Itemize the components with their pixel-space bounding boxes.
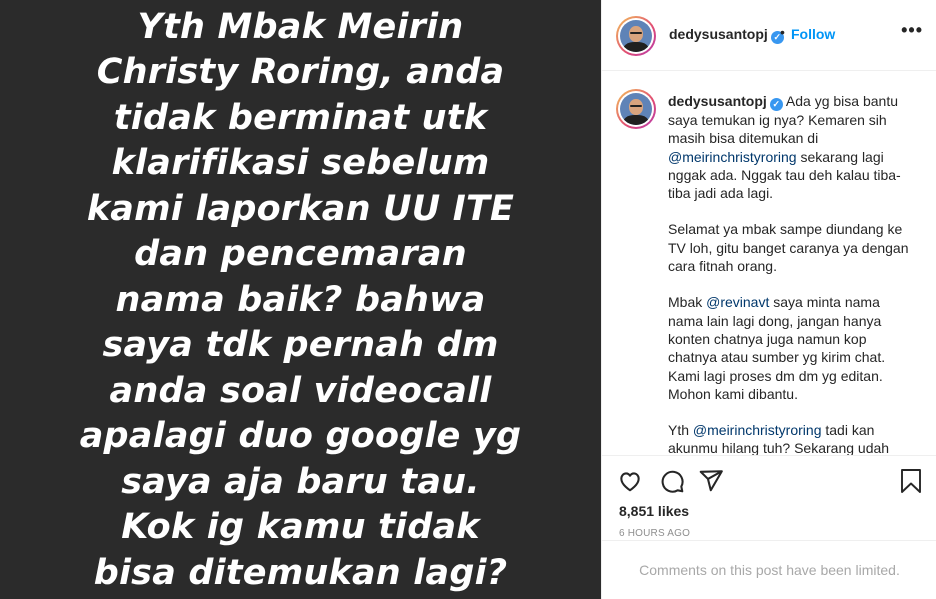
post-timestamp[interactable]: 6 HOURS AGO xyxy=(619,528,690,539)
share-icon[interactable] xyxy=(698,468,724,499)
caption-paragraph: Mbak @revinavt saya minta nama nama lain… xyxy=(668,293,918,403)
comments-limited-notice: Comments on this post have been limited. xyxy=(602,540,936,599)
comment-icon[interactable] xyxy=(659,468,685,499)
media-text-line: saya aja baru tau. xyxy=(121,461,480,502)
avatar[interactable] xyxy=(616,16,656,56)
caption-paragraph: dedysusantopj ✓ Ada yg bisa bantu saya te… xyxy=(668,92,918,202)
mention-link[interactable]: @meirinchristyroring xyxy=(668,149,797,165)
verified-icon: ✓ xyxy=(769,98,783,111)
media-text-line: kami laporkan UU ITE xyxy=(86,188,515,229)
media-text-line: Christy Roring, anda xyxy=(96,52,505,93)
bookmark-icon[interactable] xyxy=(899,468,923,499)
caption-text: dedysusantopj ✓ Ada yg bisa bantu saya te… xyxy=(668,92,918,455)
post-header: dedysusantopj ✓ • Follow ••• xyxy=(602,0,936,71)
username-text: dedysusantopj xyxy=(669,26,768,42)
media-text-line: apalagi duo google yg xyxy=(79,416,522,457)
caption-scroll-area[interactable]: dedysusantopj ✓ Ada yg bisa bantu saya te… xyxy=(602,72,936,455)
media-text-line: bisa ditemukan lagi? xyxy=(93,552,508,593)
separator-dot: • xyxy=(780,24,785,40)
media-text-line: klarifikasi sebelum xyxy=(111,143,490,184)
caption-text-segment: saya minta nama nama lain lagi dong, jan… xyxy=(668,294,886,402)
post-media[interactable]: Yth Mbak Meirin Christy Roring, anda tid… xyxy=(0,0,601,599)
more-options-icon[interactable]: ••• xyxy=(901,20,923,41)
post-actions: 8,851 likes 6 HOURS AGO xyxy=(602,455,936,540)
media-text-line: tidak berminat utk xyxy=(113,97,488,138)
media-text-line: nama baik? bahwa xyxy=(115,279,486,320)
media-text-line: Kok ig kamu tidak xyxy=(121,507,480,548)
media-text-line: dan pencemaran xyxy=(134,234,467,275)
caption-text-segment: Mbak xyxy=(668,294,707,311)
media-text-line: anda soal videocall xyxy=(109,370,492,411)
caption-paragraph: Selamat ya mbak sampe diundang ke TV loh… xyxy=(668,221,909,275)
mention-link[interactable]: @revinavt xyxy=(706,294,769,310)
heart-icon[interactable] xyxy=(617,468,643,499)
follow-button[interactable]: Follow xyxy=(791,26,835,42)
caption-text-segment: Yth xyxy=(668,422,693,439)
likes-count[interactable]: 8,851 likes xyxy=(619,503,689,519)
media-text: Yth Mbak Meirin Christy Roring, anda tid… xyxy=(21,5,581,597)
post-side-panel: dedysusantopj ✓ • Follow ••• dedysusantop… xyxy=(601,0,936,599)
caption-paragraph: Yth @meirinchristyroring tadi kan akunmu… xyxy=(668,421,918,455)
avatar[interactable] xyxy=(616,89,656,129)
username-link[interactable]: dedysusantopj ✓ xyxy=(669,26,784,44)
mention-link[interactable]: @meirinchristyroring xyxy=(693,422,822,438)
media-text-line: Yth Mbak Meirin xyxy=(137,6,464,47)
caption-username[interactable]: dedysusantopj xyxy=(668,93,767,109)
media-text-line: saya tdk pernah dm xyxy=(102,325,499,366)
